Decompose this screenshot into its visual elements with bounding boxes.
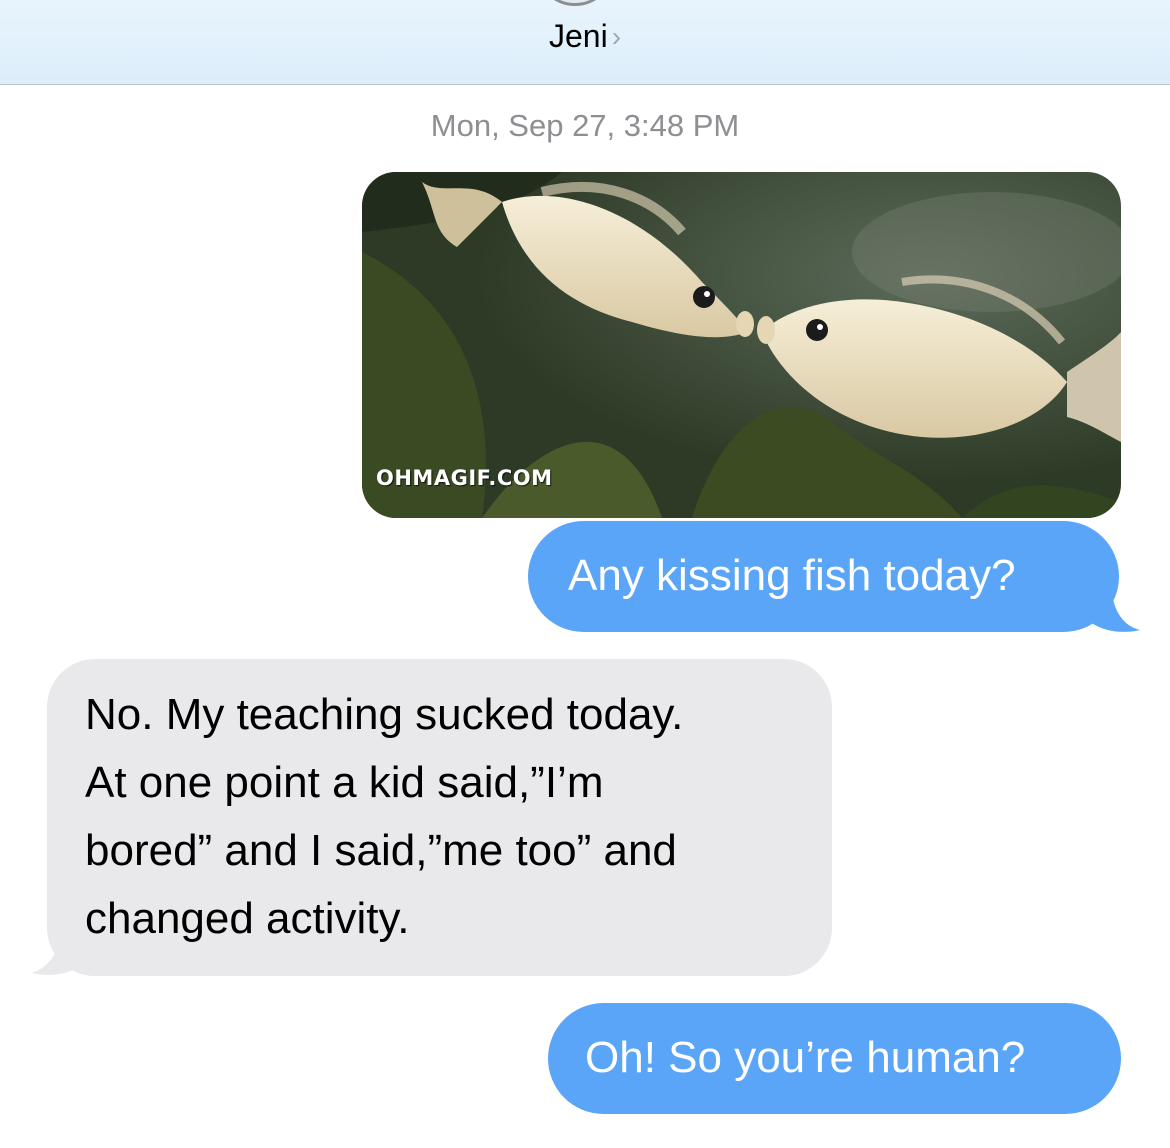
message-text: Any kissing fish today?	[568, 551, 1016, 600]
contact-avatar[interactable]	[535, 0, 615, 6]
message-line-3: bored” and I said,”me too” and	[85, 826, 677, 875]
incoming-bubble-tail	[32, 935, 82, 975]
navigation-header: Jeni ›	[0, 0, 1170, 85]
message-line-2: At one point a kid said,”I’m	[85, 758, 604, 807]
message-line-4: changed activity.	[85, 894, 410, 943]
gif-watermark: OHMAGIF.COM	[376, 466, 553, 490]
message-line-1: No. My teaching sucked today.	[85, 690, 684, 739]
outgoing-message-bubble[interactable]: Oh! So you’re human?	[548, 1003, 1121, 1114]
incoming-message-bubble[interactable]: No. My teaching sucked today. At one poi…	[47, 659, 832, 976]
outgoing-message-bubble[interactable]: Any kissing fish today?	[528, 521, 1119, 632]
chevron-right-icon: ›	[611, 21, 622, 52]
message-text: Oh! So you’re human?	[585, 1033, 1026, 1082]
contact-name-button[interactable]: Jeni ›	[0, 18, 1170, 55]
contact-name: Jeni	[548, 18, 608, 54]
outgoing-bubble-tail	[1090, 592, 1140, 632]
message-timestamp: Mon, Sep 27, 3:48 PM	[430, 108, 740, 143]
